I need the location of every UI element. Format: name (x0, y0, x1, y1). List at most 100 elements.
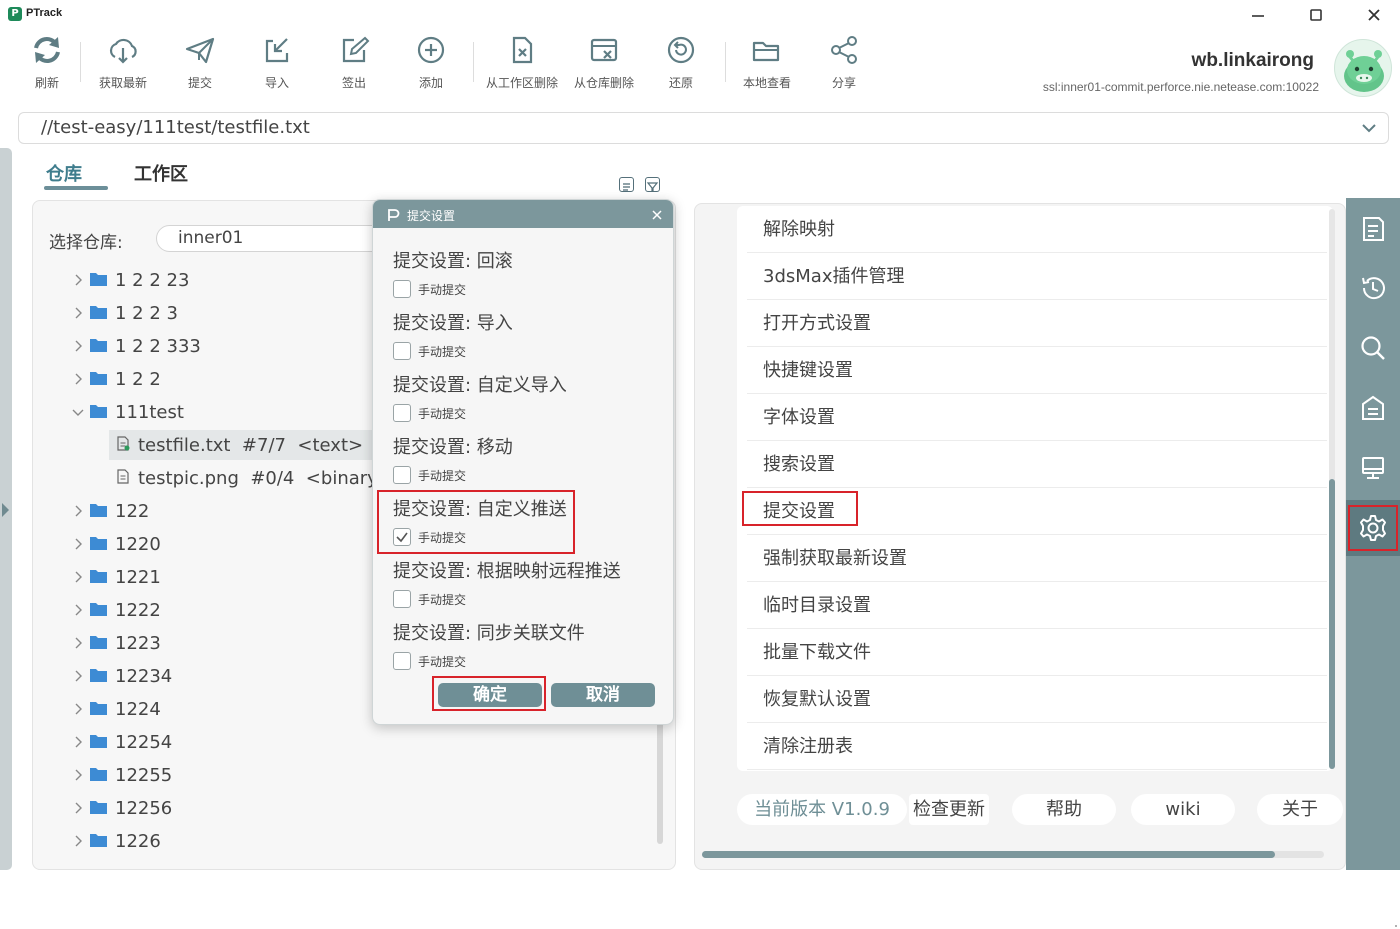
tree-folder-row[interactable]: 1 2 2 333 (72, 331, 201, 361)
tree-folder-row[interactable]: 122 (72, 496, 149, 526)
submit-button[interactable]: 提交 (182, 32, 218, 98)
manual-submit-checkbox[interactable]: 手动提交 (393, 280, 466, 298)
settings-menu-item[interactable]: 搜索设置 (747, 441, 1327, 488)
settings-menu-item[interactable]: 恢复默认设置 (747, 676, 1327, 723)
delete-from-depot-button[interactable]: 从仓库删除 (572, 32, 636, 98)
tree-folder-row[interactable]: 1223 (72, 628, 161, 658)
tree-folder-row[interactable]: 1226 (72, 826, 161, 856)
chevron-right-icon[interactable] (72, 670, 84, 682)
tree-scrollbar[interactable] (657, 720, 663, 844)
tree-file-row[interactable]: testfile.txt #7/7 <text> (109, 430, 374, 460)
manual-submit-checkbox[interactable]: 手动提交 (393, 652, 466, 670)
share-button[interactable]: 分享 (826, 32, 862, 98)
checkout-button[interactable]: 签出 (336, 32, 372, 98)
tree-folder-row[interactable]: 1221 (72, 562, 161, 592)
chevron-down-icon[interactable] (1360, 119, 1378, 141)
chevron-right-icon[interactable] (72, 340, 84, 352)
checkbox-unchecked-icon[interactable] (393, 590, 411, 608)
maximize-button[interactable] (1301, 2, 1331, 28)
tree-folder-row[interactable]: 12254 (72, 727, 172, 757)
settings-menu-item[interactable]: 字体设置 (747, 394, 1327, 441)
tree-folder-row[interactable]: 1222 (72, 595, 161, 625)
manual-submit-checkbox[interactable]: 手动提交 (393, 528, 466, 546)
settings-menu-item[interactable]: 清除注册表 (747, 723, 1327, 770)
help-button[interactable]: 帮助 (1012, 794, 1116, 825)
settings-scrollbar[interactable] (1329, 479, 1335, 769)
checkbox-unchecked-icon[interactable] (393, 652, 411, 670)
manual-submit-checkbox[interactable]: 手动提交 (393, 404, 466, 422)
left-collapse-strip[interactable] (0, 148, 12, 870)
horizontal-scrollbar[interactable] (702, 851, 1324, 858)
checkbox-unchecked-icon[interactable] (393, 404, 411, 422)
checkbox-checked-icon[interactable] (393, 528, 411, 546)
resize-grip[interactable] (1388, 917, 1398, 927)
chevron-right-icon[interactable] (72, 538, 84, 550)
settings-menu-item[interactable]: 打开方式设置 (747, 300, 1327, 347)
tree-folder-row[interactable]: 1 2 2 23 (72, 265, 189, 295)
rail-settings-button[interactable] (1346, 500, 1400, 556)
tree-file-row[interactable]: testpic.png #0/4 <binary+ (109, 463, 374, 493)
manual-submit-checkbox[interactable]: 手动提交 (393, 466, 466, 484)
list-view-icon[interactable] (619, 177, 634, 192)
rail-monitor-button[interactable] (1346, 440, 1400, 496)
chevron-right-icon[interactable] (72, 604, 84, 616)
about-button[interactable]: 关于 (1257, 794, 1343, 825)
tree-folder-row[interactable]: 1220 (72, 529, 161, 559)
refresh-button[interactable]: 刷新 (28, 32, 66, 98)
rail-document-button[interactable] (1346, 201, 1400, 257)
horizontal-scroll-thumb[interactable] (702, 851, 1275, 858)
get-latest-button[interactable]: 获取最新 (96, 32, 150, 98)
filter-icon[interactable] (645, 177, 660, 192)
chevron-right-icon[interactable] (72, 274, 84, 286)
wiki-button[interactable]: wiki (1131, 794, 1235, 825)
chevron-right-icon[interactable] (72, 835, 84, 847)
tree-folder-row[interactable]: 1224 (72, 694, 161, 724)
rail-shelf-button[interactable] (1346, 380, 1400, 436)
import-button[interactable]: 导入 (259, 32, 295, 98)
settings-menu-item[interactable]: 快捷键设置 (747, 347, 1327, 394)
tree-folder-row[interactable]: 12255 (72, 760, 172, 790)
check-update-button[interactable]: 检查更新 (909, 794, 989, 825)
chevron-right-icon[interactable] (72, 802, 84, 814)
minimize-button[interactable] (1243, 2, 1273, 28)
tree-folder-row[interactable]: 1 2 2 3 (72, 298, 178, 328)
chevron-right-icon[interactable] (72, 505, 84, 517)
settings-menu-item[interactable]: 批量下载文件 (747, 629, 1327, 676)
close-window-button[interactable] (1359, 2, 1389, 28)
tree-folder-row[interactable]: 12256 (72, 793, 172, 823)
repo-select[interactable]: inner01 (156, 225, 396, 252)
tree-folder-row[interactable]: 1 2 2 (72, 364, 161, 394)
path-combobox[interactable]: //test-easy/111test/testfile.txt (18, 112, 1389, 144)
chevron-right-icon[interactable] (72, 703, 84, 715)
chevron-right-icon[interactable] (72, 307, 84, 319)
tree-folder-row[interactable]: 12234 (72, 661, 172, 691)
chevron-right-icon[interactable] (72, 736, 84, 748)
manual-submit-checkbox[interactable]: 手动提交 (393, 590, 466, 608)
settings-menu-item[interactable]: 临时目录设置 (747, 582, 1327, 629)
settings-menu-item[interactable]: 解除映射 (747, 206, 1327, 253)
chevron-right-icon[interactable] (72, 637, 84, 649)
tab-workspace[interactable]: 工作区 (134, 160, 188, 186)
cancel-button[interactable]: 取消 (551, 683, 655, 707)
local-view-button[interactable]: 本地查看 (741, 32, 793, 98)
manual-submit-checkbox[interactable]: 手动提交 (393, 342, 466, 360)
tab-repo[interactable]: 仓库 (46, 160, 82, 186)
settings-menu-item[interactable]: 提交设置 (747, 488, 1327, 535)
dialog-close-button[interactable] (651, 206, 663, 225)
settings-menu-item[interactable]: 3dsMax插件管理 (747, 253, 1327, 300)
checkbox-unchecked-icon[interactable] (393, 280, 411, 298)
rail-history-button[interactable] (1346, 260, 1400, 316)
chevron-right-icon[interactable] (72, 769, 84, 781)
checkbox-unchecked-icon[interactable] (393, 466, 411, 484)
confirm-button[interactable]: 确定 (438, 683, 542, 707)
tree-folder-row[interactable]: 111test (72, 397, 184, 427)
revert-button[interactable]: 还原 (663, 32, 699, 98)
chevron-down-icon[interactable] (72, 406, 84, 418)
add-button[interactable]: 添加 (413, 32, 449, 98)
chevron-right-icon[interactable] (72, 571, 84, 583)
rail-search-button[interactable] (1346, 320, 1400, 376)
delete-from-workspace-button[interactable]: 从工作区删除 (484, 32, 560, 98)
chevron-right-icon[interactable] (72, 373, 84, 385)
settings-menu-item[interactable]: 强制获取最新设置 (747, 535, 1327, 582)
avatar[interactable] (1334, 39, 1392, 97)
